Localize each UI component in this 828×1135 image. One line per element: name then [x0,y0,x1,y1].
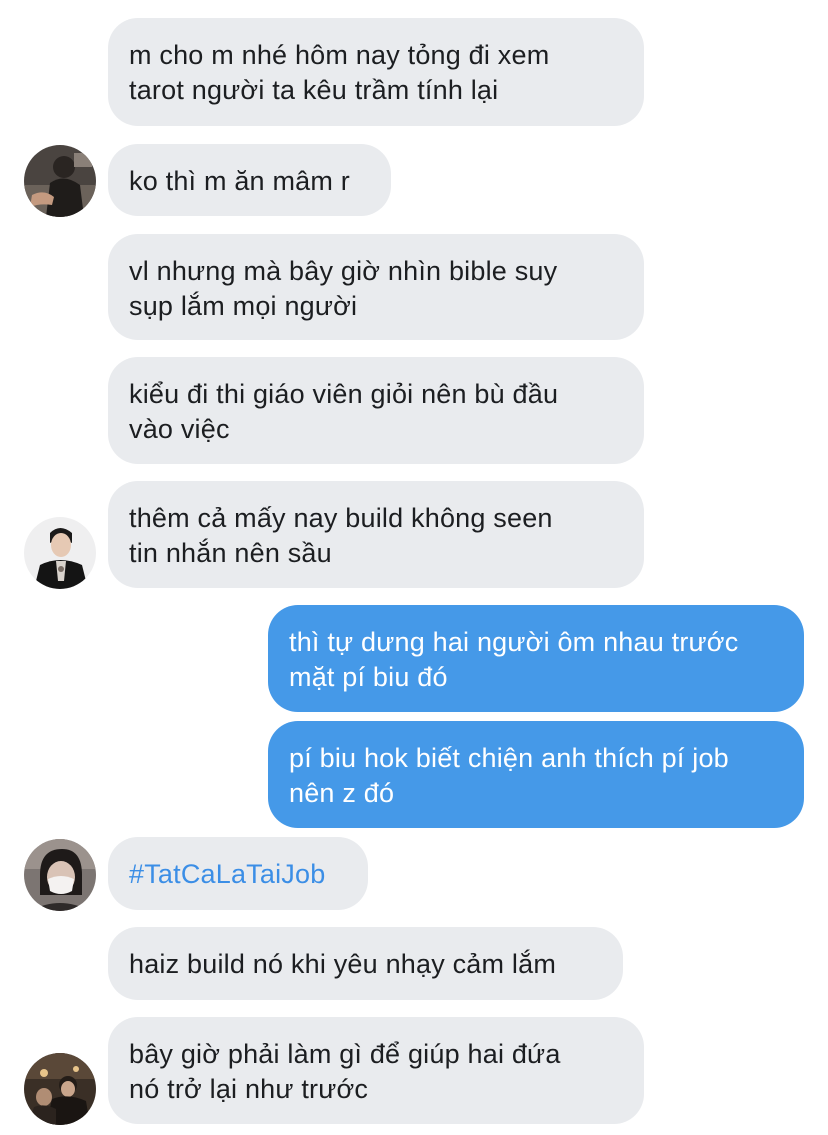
avatar-man-suit[interactable] [24,517,96,589]
avatar-group-photo[interactable] [24,1053,96,1125]
message-bubble-outgoing[interactable]: thì tự dưng hai người ôm nhau trước mặt … [268,605,804,712]
message-bubble-incoming[interactable]: thêm cả mấy nay build không seen tin nhắ… [108,481,644,588]
message-bubble-hashtag[interactable]: #TatCaLaTaiJob [108,837,368,910]
avatar-person-mask-icon [24,839,96,911]
avatar-group-photo-icon [24,1053,96,1125]
message-bubble-incoming[interactable]: m cho m nhé hôm nay tỏng đi xem tarot ng… [108,18,644,126]
message-bubble-outgoing[interactable]: pí biu hok biết chiện anh thích pí job n… [268,721,804,828]
avatar-person-mask[interactable] [24,839,96,911]
message-bubble-incoming[interactable]: bây giờ phải làm gì để giúp hai đứa nó t… [108,1017,644,1124]
avatar-man-tattoo-icon [24,145,96,217]
message-bubble-incoming[interactable]: kiểu đi thi giáo viên giỏi nên bù đầu và… [108,357,644,464]
message-bubble-incoming[interactable]: ko thì m ăn mâm r [108,144,391,216]
avatar-man-tattoo[interactable] [24,145,96,217]
avatar-man-suit-icon [24,517,96,589]
message-bubble-incoming[interactable]: haiz build nó khi yêu nhạy cảm lắm [108,927,623,1000]
message-bubble-incoming[interactable]: vl nhưng mà bây giờ nhìn bible suy sụp l… [108,234,644,340]
